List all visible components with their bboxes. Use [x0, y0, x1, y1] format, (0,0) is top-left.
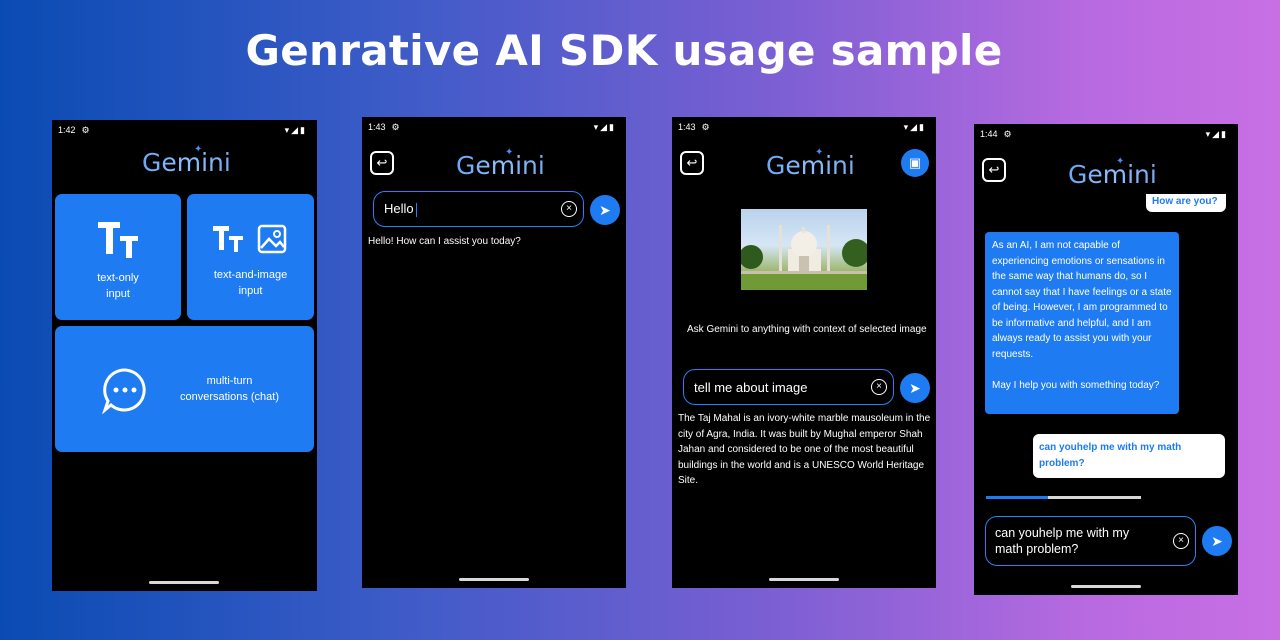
gemini-logo: Gemini	[1068, 160, 1157, 189]
signal-icon: ▾◢▮	[284, 124, 307, 135]
prompt-input[interactable]: tell me about image ×	[683, 369, 894, 405]
prompt-input[interactable]: can youhelp me with my math problem? ×	[985, 516, 1196, 566]
prompt-input-value: tell me about image	[694, 380, 808, 395]
sparkle-icon: ✦	[1116, 156, 1125, 167]
phone-chat-screen: 1:44 ⚙ ▾◢▮ ↩ Gemini ✦ How are you? As an…	[974, 124, 1238, 595]
status-time: 1:44	[980, 129, 998, 139]
status-bar: 1:43 ⚙ ▾◢▮	[678, 120, 926, 134]
chat-label-line2: conversations (chat)	[179, 391, 280, 403]
send-button[interactable]: ➤	[1202, 526, 1232, 556]
status-time: 1:42	[58, 125, 76, 135]
prompt-input-value: Hello	[384, 201, 414, 216]
sparkle-icon: ✦	[815, 147, 824, 158]
sparkle-icon: ✦	[505, 147, 514, 158]
clear-icon[interactable]: ×	[871, 379, 887, 395]
gear-icon: ⚙	[81, 124, 90, 135]
add-image-icon: ▣	[908, 155, 922, 170]
selected-image-taj-mahal	[741, 209, 867, 290]
model-response: The Taj Mahal is an ivory-white marble m…	[678, 413, 931, 486]
page-headline: Genrative AI SDK usage sample	[245, 26, 1003, 75]
prompt-input-value: can youhelp me with my math problem?	[995, 526, 1130, 556]
prompt-hint: Ask Gemini to anything with context of s…	[687, 324, 927, 335]
send-icon: ➤	[909, 380, 921, 396]
status-time: 1:43	[678, 122, 696, 132]
home-indicator[interactable]	[459, 578, 529, 581]
model-message-text-2: May I help you with something today?	[992, 380, 1160, 391]
home-indicator[interactable]	[769, 578, 839, 581]
model-response: Hello! How can I assist you today?	[368, 236, 521, 247]
text-only-label-line1: text-only	[97, 272, 139, 284]
phone-text-and-image-screen: 1:43 ⚙ ▾◢▮ ↩ Gemini ✦ ▣ Ask Gemini to an…	[672, 117, 936, 588]
user-message-bubble: can youhelp me with my math problem?	[1033, 434, 1225, 478]
home-indicator[interactable]	[149, 581, 219, 584]
text-only-tile[interactable]: text-only input	[55, 194, 181, 320]
loading-progress-bar	[986, 496, 1141, 499]
back-icon[interactable]: ↩	[370, 151, 394, 175]
send-button[interactable]: ➤	[900, 373, 930, 403]
multi-turn-chat-tile[interactable]: multi-turn conversations (chat)	[55, 326, 314, 452]
phone-home-screen: 1:42 ⚙ ▾◢▮ Gemini ✦ text-only input text…	[52, 120, 317, 591]
signal-icon: ▾◢▮	[593, 121, 616, 132]
send-icon: ➤	[1211, 533, 1223, 549]
send-icon: ➤	[599, 202, 611, 218]
clear-icon[interactable]: ×	[561, 201, 577, 217]
progress-fill	[986, 496, 1048, 499]
gear-icon: ⚙	[701, 121, 710, 132]
text-cursor	[415, 202, 417, 217]
model-message-bubble: As an AI, I am not capable of experienci…	[985, 232, 1179, 414]
status-bar: 1:43 ⚙ ▾◢▮	[368, 120, 616, 134]
gemini-logo: Gemini	[456, 151, 545, 180]
chat-bubble-icon	[102, 368, 146, 414]
chat-history[interactable]: How are you? As an AI, I am not capable …	[974, 194, 1238, 510]
clear-icon[interactable]: ×	[1173, 533, 1189, 549]
status-time: 1:43	[368, 122, 386, 132]
send-button[interactable]: ➤	[590, 195, 620, 225]
signal-icon: ▾◢▮	[903, 121, 926, 132]
image-icon	[257, 224, 287, 254]
model-message-text-1: As an AI, I am not capable of experienci…	[992, 240, 1172, 360]
text-only-label-line2: input	[106, 288, 130, 300]
sparkle-icon: ✦	[194, 144, 203, 155]
gear-icon: ⚙	[391, 121, 400, 132]
phone-text-only-screen: 1:43 ⚙ ▾◢▮ ↩ Gemini ✦ Hello × ➤ Hello! H…	[362, 117, 626, 588]
text-format-icon	[98, 222, 138, 258]
status-bar: 1:42 ⚙ ▾◢▮	[58, 123, 307, 137]
chat-label-line1: multi-turn	[206, 375, 253, 387]
add-image-button[interactable]: ▣	[901, 149, 929, 177]
gemini-logo: Gemini	[142, 148, 231, 177]
prompt-input[interactable]: Hello ×	[373, 191, 584, 227]
gemini-logo: Gemini	[766, 151, 855, 180]
text-and-image-tile[interactable]: text-and-image input	[187, 194, 314, 320]
user-message-bubble: How are you?	[1146, 194, 1226, 212]
gear-icon: ⚙	[1003, 128, 1012, 139]
text-and-image-label-line2: input	[238, 285, 263, 297]
home-indicator[interactable]	[1071, 585, 1141, 588]
text-and-image-label-line1: text-and-image	[213, 269, 288, 281]
back-icon[interactable]: ↩	[680, 151, 704, 175]
text-format-icon	[213, 226, 243, 252]
back-icon[interactable]: ↩	[982, 158, 1006, 182]
status-bar: 1:44 ⚙ ▾◢▮	[980, 127, 1228, 141]
signal-icon: ▾◢▮	[1205, 128, 1228, 139]
user-message-text: How are you?	[1152, 196, 1218, 207]
user-message-text: can youhelp me with my math problem?	[1039, 442, 1182, 469]
